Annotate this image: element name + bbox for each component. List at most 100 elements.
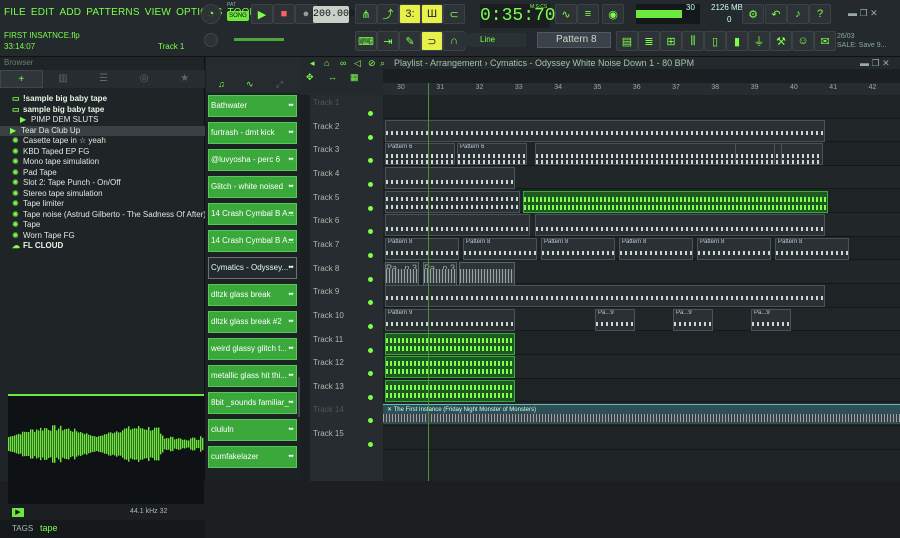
timeline-ruler[interactable]: 30 31 32 33 34 35 36 37 38 39 40 41 42: [383, 83, 900, 95]
preview-play-icon[interactable]: ▶: [12, 508, 24, 517]
playlist-clip[interactable]: Pattern 8: [697, 237, 771, 260]
track-mute-icon[interactable]: [368, 181, 373, 187]
mixer-icon[interactable]: ⫼: [682, 31, 704, 51]
playlist-clip[interactable]: [385, 119, 825, 142]
track-name[interactable]: Track 12: [313, 358, 344, 367]
magnet-snap-icon[interactable]: ⊃: [421, 31, 443, 51]
playlist-clip[interactable]: [385, 379, 515, 402]
track-name[interactable]: Track 2: [313, 122, 339, 131]
audio-clip-icon[interactable]: ∿: [246, 79, 254, 90]
playlist-clip[interactable]: Pattern 9: [385, 308, 515, 331]
pattern-clip[interactable]: dltzk glass break #2 ⬌: [208, 311, 297, 333]
recording-knob-icon[interactable]: ◔: [201, 4, 221, 24]
tempo-display[interactable]: 200.000: [313, 6, 355, 23]
browser-item[interactable]: ☁ FL CLOUD: [0, 241, 205, 252]
stop-button[interactable]: ■: [273, 4, 295, 24]
playlist-clip[interactable]: Pa...9: [751, 308, 791, 331]
move-icon[interactable]: ✥: [306, 72, 314, 83]
track-name[interactable]: Track 7: [313, 240, 339, 249]
track-name[interactable]: Track 10: [313, 311, 344, 320]
playlist-window-controls[interactable]: ▬ ❐ ✕: [860, 57, 890, 69]
tab-all[interactable]: +: [0, 70, 43, 88]
track-name[interactable]: Track 11: [313, 335, 343, 344]
track-mute-icon[interactable]: [368, 111, 373, 116]
track-name[interactable]: Track 5: [313, 193, 339, 202]
pattern-clip[interactable]: clululn ⬌: [208, 419, 297, 441]
track-mute-icon[interactable]: [368, 158, 373, 164]
playlist-clip[interactable]: Pattern 8: [463, 237, 537, 260]
browser-item[interactable]: ✺ Tape noise (Astrud Gilberto - The Sadne…: [0, 210, 205, 221]
paste-icon[interactable]: ⌂: [324, 57, 329, 69]
track-mute-icon[interactable]: [368, 252, 373, 258]
track-name[interactable]: Track 6: [313, 216, 339, 225]
piano-icon[interactable]: ♫: [218, 79, 225, 89]
track-name[interactable]: Track 8: [313, 264, 339, 273]
list-scrollbar[interactable]: [298, 377, 300, 417]
waveform-icon[interactable]: ∿: [555, 4, 577, 24]
playlist-clip[interactable]: [535, 214, 825, 237]
browser-item[interactable]: ▶ Tear Da Club Up: [0, 125, 205, 136]
track-mute-icon[interactable]: [368, 300, 373, 306]
piano-roll-icon[interactable]: ≣: [638, 31, 660, 51]
menu-edit[interactable]: EDIT: [31, 7, 55, 21]
browser-item[interactable]: ✺ KBD Taped EP FG: [0, 147, 205, 158]
chat-icon[interactable]: ☺: [792, 31, 814, 51]
playlist-clip[interactable]: [385, 285, 825, 308]
link-icon[interactable]: ∞: [340, 57, 346, 69]
master-volume-icon[interactable]: ◉: [602, 4, 624, 24]
song-mode-toggle[interactable]: SONG: [227, 11, 249, 21]
tab-favorites[interactable]: ★: [164, 70, 205, 88]
playlist-clip[interactable]: Pattern 8: [541, 237, 615, 260]
pattern-clip[interactable]: cumfakelazer ⬌: [208, 446, 297, 468]
help-icon[interactable]: ?: [809, 4, 831, 24]
metronome-icon[interactable]: ⋔: [355, 4, 377, 24]
playlist-clip[interactable]: Pattern 6: [385, 143, 455, 166]
pattern-clip[interactable]: Bathwater ⬌: [208, 95, 297, 117]
playlist-clip[interactable]: Pa...9: [673, 308, 713, 331]
browser-item[interactable]: ▭ !sample big baby tape: [0, 94, 205, 105]
tab-current[interactable]: ☰: [83, 70, 124, 88]
browser-item[interactable]: ✺ Pad Tape: [0, 168, 205, 179]
track-mute-icon[interactable]: [368, 394, 373, 400]
pattern-clip[interactable]: Cymatics - Odyssey... ⬌: [208, 257, 297, 279]
track-lane[interactable]: [383, 95, 900, 119]
playlist-clip[interactable]: Pattern 8: [385, 237, 459, 260]
browser-item[interactable]: ✺ Mono tape simulation: [0, 157, 205, 168]
browser-item[interactable]: ✺ Casette tape in ☆ yeah: [0, 136, 205, 147]
pattern-clip[interactable]: 8bit _sounds familiar_ ⬌: [208, 392, 297, 414]
track-mute-icon[interactable]: [368, 134, 373, 140]
playlist-clip[interactable]: Pattern 6: [457, 143, 527, 166]
browser-item[interactable]: ✺ Worn Tape FG: [0, 231, 205, 242]
expand-icon[interactable]: ↔: [328, 72, 337, 82]
zoom-icon[interactable]: ⌕: [380, 57, 385, 69]
browser-item[interactable]: ✺ Tape limiter: [0, 199, 205, 210]
playlist-clip[interactable]: [523, 190, 828, 213]
playlist-clip[interactable]: [385, 190, 520, 213]
browser-item[interactable]: ✺ Slot 2: Tape Punch - On/Off: [0, 178, 205, 189]
menu-view[interactable]: VIEW: [145, 7, 171, 21]
undo-icon[interactable]: ↶: [765, 4, 787, 24]
track-mute-icon[interactable]: [368, 205, 373, 211]
menu-add[interactable]: ADD: [60, 7, 82, 21]
wait-icon[interactable]: ⤴: [377, 4, 399, 24]
track-name[interactable]: Track 15: [313, 429, 344, 438]
track-name[interactable]: Track 3: [313, 145, 339, 154]
pattern-clip[interactable]: dltzk glass break ⬌: [208, 284, 297, 306]
pencil-icon[interactable]: ✎: [399, 31, 421, 51]
pattern-clip[interactable]: 14 Crash Cymbal B A... ⬌: [208, 230, 297, 252]
plugin-picker-icon[interactable]: ▮: [726, 31, 748, 51]
pattern-clip[interactable]: metallic glass hit thi... ⬌: [208, 365, 297, 387]
step-edit-icon[interactable]: Ш: [421, 4, 443, 24]
tab-cloud[interactable]: ◎: [124, 70, 165, 88]
pattern-clip[interactable]: furtrash - dmt kick ⬌: [208, 122, 297, 144]
speaker-icon[interactable]: ◁: [354, 57, 361, 69]
record-icon[interactable]: ◂: [310, 57, 315, 69]
pattern-clip[interactable]: weird glassy glitch t... ⬌: [208, 338, 297, 360]
playlist-clip[interactable]: [385, 214, 530, 237]
window-controls[interactable]: ▬ ❐ ✕: [848, 8, 878, 19]
playlist-clip[interactable]: Pa...9: [595, 308, 635, 331]
track-name[interactable]: Track 4: [313, 169, 339, 178]
tab-files[interactable]: ▥: [43, 70, 84, 88]
loop-record-icon[interactable]: ⊂: [443, 4, 465, 24]
plugin-icon[interactable]: ⏚: [748, 31, 770, 51]
